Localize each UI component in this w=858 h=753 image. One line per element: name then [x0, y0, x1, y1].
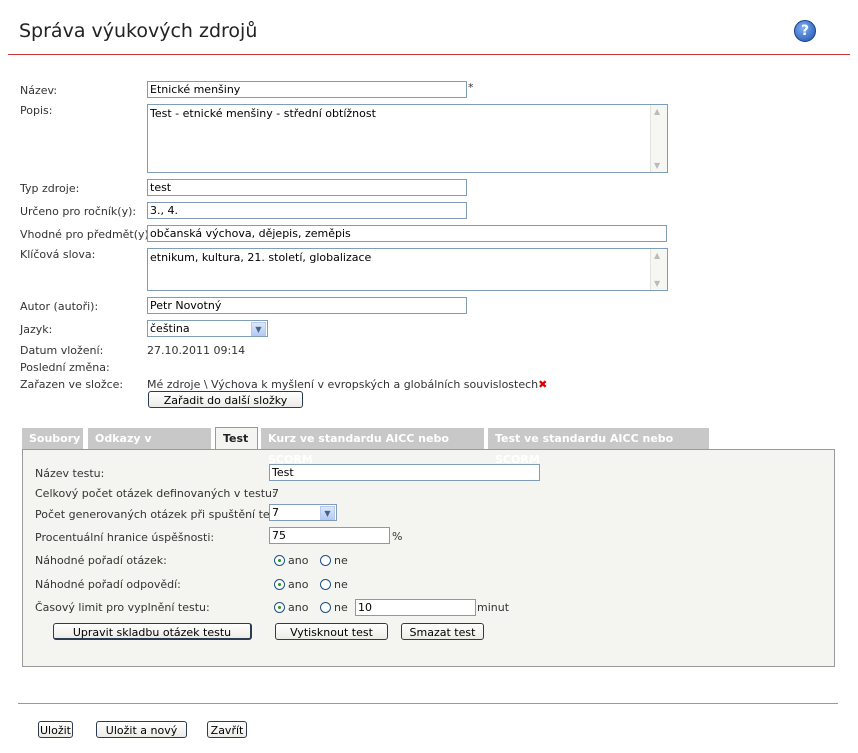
no-label: ne: [334, 578, 348, 591]
keywords-value: etnikum, kultura, 21. století, globaliza…: [150, 251, 372, 264]
author-input[interactable]: Petr Novotný: [147, 297, 467, 314]
add-folder-button[interactable]: Zařadit do další složky: [148, 391, 303, 408]
tab-aicc-test[interactable]: Test ve standardu AICC nebo SCORM: [488, 428, 710, 466]
chevron-down-icon: ▼: [320, 506, 335, 520]
close-button[interactable]: Zavřít: [207, 721, 247, 738]
type-label: Typ zdroje:: [20, 182, 80, 195]
footer-divider: [18, 703, 838, 704]
print-test-button[interactable]: Vytisknout test: [275, 623, 388, 640]
name-input[interactable]: Etnické menšiny: [147, 81, 467, 98]
scrollbar[interactable]: [650, 105, 667, 172]
lang-value: čeština: [150, 322, 190, 335]
type-input[interactable]: test: [147, 179, 467, 196]
no-label: ne: [334, 601, 348, 614]
tab-test[interactable]: Test: [215, 427, 258, 449]
save-new-button[interactable]: Uložit a nový: [96, 721, 187, 738]
keywords-label: Klíčová slova:: [20, 248, 96, 261]
remove-icon[interactable]: ✖: [538, 378, 547, 391]
time-limit-yes-radio[interactable]: [274, 602, 285, 613]
grade-label: Určeno pro ročník(y):: [20, 205, 137, 218]
random-answers-yes-radio[interactable]: [274, 579, 285, 590]
date-value: 27.10.2011 09:14: [147, 344, 246, 357]
random-questions-no-radio[interactable]: [320, 555, 331, 566]
folder-label: Zařazen ve složce:: [20, 378, 124, 391]
percent-unit: %: [392, 530, 403, 543]
total-value: 7: [272, 487, 279, 500]
no-label: ne: [334, 554, 348, 567]
modified-label: Poslední změna:: [20, 361, 110, 374]
yes-label: ano: [288, 601, 309, 614]
help-icon[interactable]: ?: [794, 20, 816, 42]
time-unit: minut: [477, 601, 510, 614]
generated-label: Počet generovaných otázek při spuštění t…: [35, 508, 291, 521]
desc-label: Popis:: [20, 104, 53, 117]
test-name-label: Název testu:: [35, 467, 105, 480]
yes-label: ano: [288, 554, 309, 567]
page-title: Správa výukových zdrojů: [19, 20, 258, 42]
desc-textarea[interactable]: Test - etnické menšiny - střední obtížno…: [147, 104, 668, 173]
header-divider: [8, 54, 850, 55]
yes-label: ano: [288, 578, 309, 591]
tab-files[interactable]: Soubory: [22, 428, 84, 449]
keywords-textarea[interactable]: etnikum, kultura, 21. století, globaliza…: [147, 248, 668, 291]
subject-label: Vhodné pro předmět(y):: [20, 228, 153, 241]
lang-label: Jazyk:: [20, 323, 53, 336]
edit-questions-button[interactable]: Upravit skladbu otázek testu: [53, 623, 252, 640]
tab-aicc-course[interactable]: Kurz ve standardu AICC nebo SCORM: [261, 428, 485, 466]
folder-path: Mé zdroje \ Výchova k myšlení v evropský…: [147, 378, 539, 391]
name-label: Název:: [20, 84, 58, 97]
scrollbar[interactable]: [650, 249, 667, 290]
test-name-input[interactable]: Test: [269, 464, 540, 481]
tab-links[interactable]: Odkazy v internetu: [88, 428, 212, 466]
delete-test-button[interactable]: Smazat test: [401, 623, 484, 640]
percent-input[interactable]: 75: [269, 527, 390, 544]
author-label: Autor (autoři):: [20, 300, 99, 313]
date-label: Datum vložení:: [20, 344, 104, 357]
time-limit-no-radio[interactable]: [320, 602, 331, 613]
time-limit-input[interactable]: 10: [355, 599, 476, 616]
chevron-down-icon: ▼: [251, 322, 266, 336]
subject-input[interactable]: občanská výchova, dějepis, zeměpis: [147, 225, 667, 242]
generated-select[interactable]: 7 ▼: [269, 504, 337, 521]
grade-input[interactable]: 3., 4.: [147, 202, 467, 219]
random-answers-no-radio[interactable]: [320, 579, 331, 590]
random-questions-yes-radio[interactable]: [274, 555, 285, 566]
lang-select[interactable]: čeština ▼: [147, 320, 268, 337]
desc-value: Test - etnické menšiny - střední obtížno…: [150, 107, 376, 120]
total-label: Celkový počet otázek definovaných v test…: [35, 487, 276, 500]
random-answers-label: Náhodné pořadí odpovědí:: [35, 578, 181, 591]
required-mark: *: [468, 81, 474, 94]
percent-label: Procentuální hranice úspěšnosti:: [35, 531, 215, 544]
random-questions-label: Náhodné pořadí otázek:: [35, 554, 167, 567]
save-button[interactable]: Uložit: [38, 721, 73, 738]
time-limit-label: Časový limit pro vyplnění testu:: [35, 601, 210, 614]
generated-value: 7: [272, 506, 279, 519]
